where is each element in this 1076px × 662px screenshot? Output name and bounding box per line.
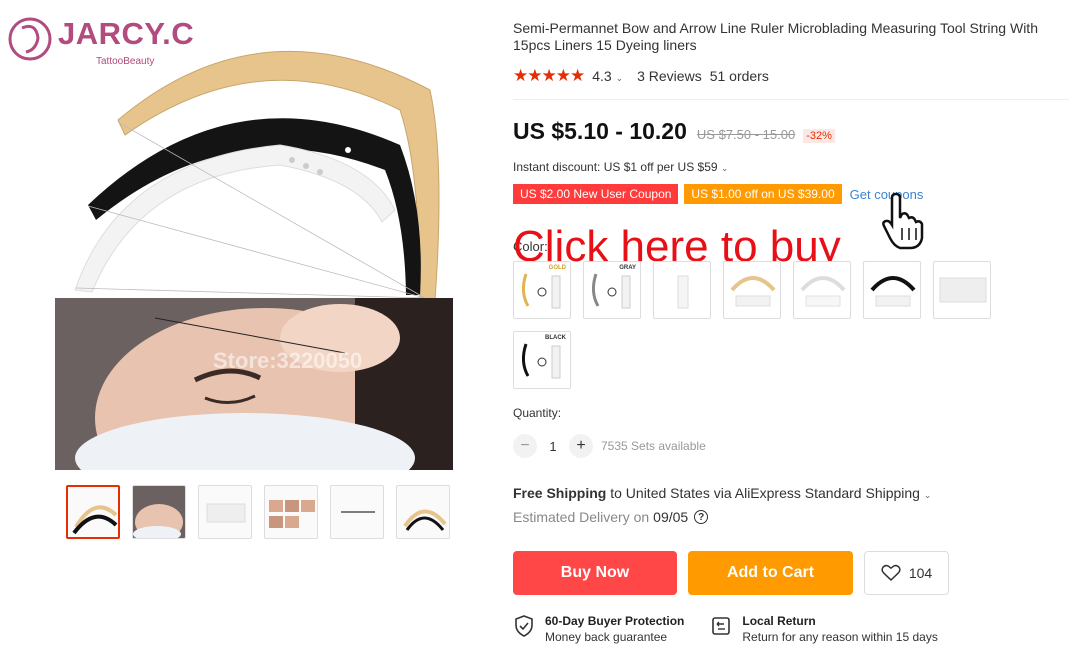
- star-rating-icon: ★★★★★: [513, 66, 585, 85]
- color-swatches: GOLD GRAY BLACK: [513, 261, 1013, 389]
- current-price: US $5.10 - 10.20: [513, 118, 687, 144]
- new-user-coupon[interactable]: US $2.00 New User Coupon: [513, 184, 679, 204]
- main-product-image[interactable]: Store:3220050: [30, 10, 470, 475]
- discount-badge: -32%: [803, 129, 835, 143]
- orders-count: 51 orders: [709, 68, 769, 84]
- chevron-down-icon: ⌄: [923, 490, 932, 500]
- demo-photo: Store:3220050: [55, 298, 453, 470]
- color-option[interactable]: [863, 261, 921, 319]
- brand-tagline: TattooBeauty: [96, 56, 155, 67]
- color-option[interactable]: [723, 261, 781, 319]
- chevron-down-icon: ⌄: [720, 163, 729, 173]
- thumbnail[interactable]: [132, 485, 186, 539]
- color-option[interactable]: GOLD: [513, 261, 571, 319]
- quantity-input[interactable]: 1: [537, 439, 569, 454]
- rating-row: ★★★★★ 4.3 ⌄ 3 Reviews 51 orders: [513, 66, 769, 86]
- brand-face-icon: [8, 17, 52, 61]
- protection-title: 60-Day Buyer Protection: [545, 614, 685, 628]
- thumbnail[interactable]: [198, 485, 252, 539]
- guarantees: 60-Day Buyer Protection Money back guara…: [513, 614, 938, 644]
- thumbnail[interactable]: [396, 485, 450, 539]
- stock-available: 7535 Sets available: [601, 439, 706, 453]
- shield-check-icon: [515, 615, 533, 637]
- quantity-stepper: − 1 + 7535 Sets available: [513, 434, 706, 458]
- color-option[interactable]: GRAY: [583, 261, 641, 319]
- heart-icon: [881, 564, 901, 582]
- photo-watermark: Store:3220050: [213, 348, 363, 373]
- original-price: US $7.50 - 15.00: [696, 127, 796, 142]
- color-option[interactable]: [793, 261, 851, 319]
- brand-name: JARCY.C: [58, 16, 195, 51]
- shipping-info[interactable]: Free Shipping to United States via AliEx…: [513, 485, 931, 501]
- add-to-cart-button[interactable]: Add to Cart: [688, 551, 853, 595]
- color-option[interactable]: BLACK: [513, 331, 571, 389]
- rating-value[interactable]: 4.3 ⌄: [592, 68, 623, 84]
- thumbnail-strip: [66, 485, 450, 539]
- reviews-link[interactable]: 3 Reviews: [637, 68, 702, 84]
- quantity-minus-button[interactable]: −: [513, 434, 537, 458]
- instant-discount[interactable]: Instant discount: US $1 off per US $59 ⌄: [513, 160, 728, 174]
- product-title: Semi-Permannet Bow and Arrow Line Ruler …: [513, 20, 1038, 53]
- protection-subtitle: Money back guarantee: [545, 630, 668, 644]
- color-option[interactable]: [653, 261, 711, 319]
- return-title: Local Return: [742, 614, 816, 628]
- wishlist-count: 104: [908, 565, 933, 581]
- delivery-estimate: Estimated Delivery on 09/05 ?: [513, 509, 709, 525]
- thumbnail[interactable]: [264, 485, 318, 539]
- buyer-protection[interactable]: 60-Day Buyer Protection Money back guara…: [513, 614, 684, 644]
- return-subtitle: Return for any reason within 15 days: [742, 630, 938, 644]
- color-option[interactable]: [933, 261, 991, 319]
- divider: [513, 99, 1069, 100]
- delivery-date: 09/05: [653, 509, 689, 525]
- product-details: Semi-Permannet Bow and Arrow Line Ruler …: [513, 0, 1069, 662]
- wishlist-button[interactable]: 104: [864, 551, 949, 595]
- hand-cursor-icon: [882, 192, 924, 250]
- buy-now-button[interactable]: Buy Now: [513, 551, 677, 595]
- thumbnail[interactable]: [330, 485, 384, 539]
- coupon-row: US $2.00 New User Coupon US $1.00 off on…: [513, 184, 923, 204]
- help-icon[interactable]: ?: [694, 510, 709, 524]
- quantity-plus-button[interactable]: +: [569, 434, 593, 458]
- return-icon: [712, 617, 731, 635]
- quantity-label: Quantity:: [513, 406, 562, 420]
- price-row: US $5.10 - 10.20 US $7.50 - 15.00 -32%: [513, 118, 835, 145]
- thumbnail[interactable]: [66, 485, 120, 539]
- product-gallery: Store:3220050 JARCY.C TattooBeauty: [0, 0, 500, 662]
- action-buttons: Buy Now Add to Cart 104: [513, 551, 949, 595]
- order-coupon[interactable]: US $1.00 off on US $39.00: [684, 184, 842, 204]
- local-return[interactable]: Local Return Return for any reason withi…: [710, 614, 938, 644]
- brand-logo: JARCY.C TattooBeauty: [8, 14, 198, 74]
